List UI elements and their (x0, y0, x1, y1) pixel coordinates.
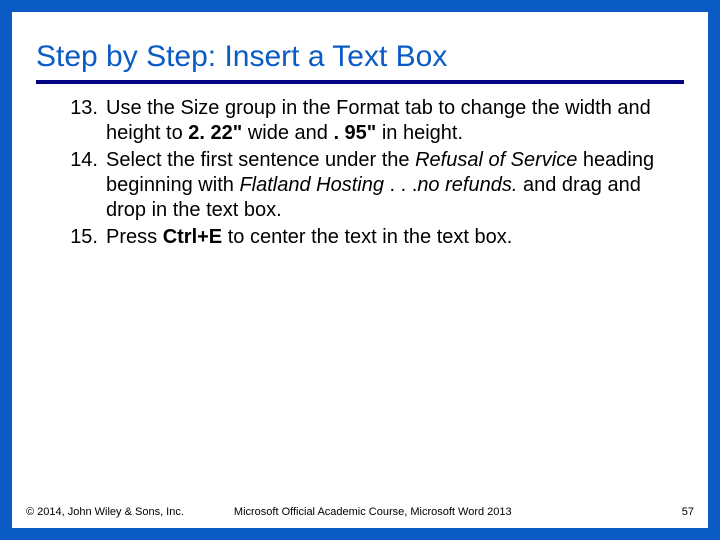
step-text: Select the first sentence under the Refu… (106, 148, 684, 223)
step-number: 14. (66, 148, 106, 223)
slide-title: Step by Step: Insert a Text Box (36, 40, 684, 84)
list-item: 13. Use the Size group in the Format tab… (66, 96, 684, 146)
step-text: Use the Size group in the Format tab to … (106, 96, 684, 146)
step-number: 13. (66, 96, 106, 146)
list-item: 14. Select the first sentence under the … (66, 148, 684, 223)
course-text: Microsoft Official Academic Course, Micr… (234, 506, 682, 518)
step-number: 15. (66, 225, 106, 250)
step-list: 13. Use the Size group in the Format tab… (36, 96, 684, 250)
slide-content: Step by Step: Insert a Text Box 13. Use … (12, 12, 708, 250)
slide-frame: Step by Step: Insert a Text Box 13. Use … (0, 0, 720, 540)
copyright-text: © 2014, John Wiley & Sons, Inc. (26, 506, 184, 518)
step-text: Press Ctrl+E to center the text in the t… (106, 225, 684, 250)
footer: © 2014, John Wiley & Sons, Inc. Microsof… (26, 506, 694, 518)
list-item: 15. Press Ctrl+E to center the text in t… (66, 225, 684, 250)
page-number: 57 (682, 506, 694, 518)
